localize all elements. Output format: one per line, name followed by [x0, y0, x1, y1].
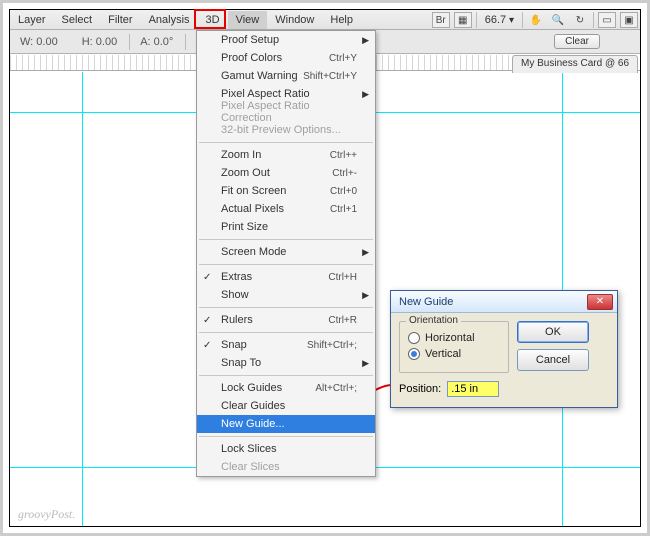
- close-icon[interactable]: ✕: [587, 294, 613, 310]
- menu-item-pixel-aspect-ratio-correction: Pixel Aspect Ratio Correction: [197, 103, 375, 121]
- angle-readout: A: 0.0°: [140, 36, 173, 48]
- view-menu-dropdown: Proof Setup▶Proof ColorsCtrl+YGamut Warn…: [196, 30, 376, 477]
- width-readout: W: 0.00: [20, 36, 58, 48]
- menu-layer[interactable]: Layer: [10, 11, 54, 29]
- menu-item-gamut-warning[interactable]: Gamut WarningShift+Ctrl+Y: [197, 67, 375, 85]
- menu-item-screen-mode[interactable]: Screen Mode▶: [197, 243, 375, 261]
- menu-item-lock-guides[interactable]: Lock GuidesAlt+Ctrl+;: [197, 379, 375, 397]
- menu-item-fit-on-screen[interactable]: Fit on ScreenCtrl+0: [197, 182, 375, 200]
- menu-item-snap[interactable]: ✓SnapShift+Ctrl+;: [197, 336, 375, 354]
- cancel-button[interactable]: Cancel: [517, 349, 589, 371]
- document-tab[interactable]: My Business Card @ 66: [512, 55, 638, 73]
- screen-mode-icon[interactable]: ▭: [598, 12, 616, 28]
- menu-item-32-bit-preview-options: 32-bit Preview Options...: [197, 121, 375, 139]
- orientation-legend: Orientation: [406, 315, 461, 326]
- guide-vertical[interactable]: [82, 72, 83, 526]
- menu-analysis[interactable]: Analysis: [141, 11, 198, 29]
- position-input[interactable]: [447, 381, 499, 397]
- dialog-title: New Guide: [399, 296, 453, 308]
- arrange-icon[interactable]: ▣: [620, 12, 638, 28]
- position-label: Position:: [399, 383, 441, 395]
- rotate-icon[interactable]: ↻: [571, 12, 589, 28]
- watermark: groovyPost.: [18, 507, 75, 522]
- radio-vertical[interactable]: Vertical: [408, 348, 500, 360]
- menu-item-show[interactable]: Show▶: [197, 286, 375, 304]
- menu-item-snap-to[interactable]: Snap To▶: [197, 354, 375, 372]
- menu-item-actual-pixels[interactable]: Actual PixelsCtrl+1: [197, 200, 375, 218]
- menu-help[interactable]: Help: [322, 11, 361, 29]
- radio-icon: [408, 348, 420, 360]
- menu-item-zoom-in[interactable]: Zoom InCtrl++: [197, 146, 375, 164]
- height-readout: H: 0.00: [82, 36, 117, 48]
- zoom-icon[interactable]: 🔍: [549, 12, 567, 28]
- br-icon[interactable]: Br: [432, 12, 450, 28]
- menu-item-lock-slices[interactable]: Lock Slices: [197, 440, 375, 458]
- menu-item-proof-setup[interactable]: Proof Setup▶: [197, 31, 375, 49]
- menu-item-new-guide[interactable]: New Guide...: [197, 415, 375, 433]
- zoom-value[interactable]: 66.7 ▾: [481, 14, 518, 26]
- clear-button[interactable]: Clear: [554, 34, 600, 49]
- menu-select[interactable]: Select: [54, 11, 101, 29]
- menu-view[interactable]: View: [228, 11, 268, 29]
- radio-horizontal[interactable]: Horizontal: [408, 332, 500, 344]
- menu-item-zoom-out[interactable]: Zoom OutCtrl+-: [197, 164, 375, 182]
- menu-filter[interactable]: Filter: [100, 11, 140, 29]
- new-guide-dialog: New Guide ✕ Orientation Horizontal Verti…: [390, 290, 618, 408]
- menu-item-rulers[interactable]: ✓RulersCtrl+R: [197, 311, 375, 329]
- menu-item-clear-guides[interactable]: Clear Guides: [197, 397, 375, 415]
- menu-item-proof-colors[interactable]: Proof ColorsCtrl+Y: [197, 49, 375, 67]
- menubar: LayerSelectFilterAnalysis3DViewWindowHel…: [10, 10, 640, 30]
- radio-icon: [408, 332, 420, 344]
- top-toolbar: Br ▦ 66.7 ▾ ✋ 🔍 ↻ ▭ ▣: [432, 10, 638, 30]
- ok-button[interactable]: OK: [517, 321, 589, 343]
- menu-3d[interactable]: 3D: [198, 11, 228, 29]
- hand-icon[interactable]: ✋: [527, 12, 545, 28]
- menu-window[interactable]: Window: [267, 11, 322, 29]
- menu-item-extras[interactable]: ✓ExtrasCtrl+H: [197, 268, 375, 286]
- menu-item-clear-slices: Clear Slices: [197, 458, 375, 476]
- menu-item-print-size[interactable]: Print Size: [197, 218, 375, 236]
- mb-icon[interactable]: ▦: [454, 12, 472, 28]
